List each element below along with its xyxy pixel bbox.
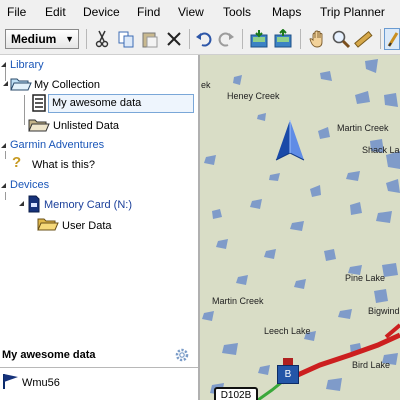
road-label-text: D102B — [220, 390, 252, 400]
copy-icon[interactable] — [116, 29, 136, 49]
waypoint-flag-icon — [3, 374, 18, 389]
zoom-tool-icon[interactable] — [331, 29, 351, 49]
menu-file[interactable]: File — [7, 5, 26, 19]
question-mark-icon: ? — [12, 154, 22, 171]
menu-find[interactable]: Find — [137, 5, 160, 19]
tree-garmin-adventures-header[interactable]: Garmin Adventures — [10, 139, 104, 151]
tree-my-awesome-data[interactable]: My awesome data — [52, 97, 141, 109]
road-label: D102B — [214, 387, 258, 400]
tree-memory-card[interactable]: Memory Card (N:) — [44, 199, 132, 211]
map-label: Leech Lake — [264, 326, 311, 336]
route-marker[interactable]: B — [277, 365, 299, 384]
map-view[interactable]: ek Heney Creek Martin Creek Shack La Mar… — [200, 55, 400, 400]
tree-unlisted-data[interactable]: Unlisted Data — [53, 120, 119, 132]
toolbar-separator — [300, 29, 301, 49]
expand-arrow-icon[interactable] — [2, 80, 10, 88]
send-to-device-icon[interactable] — [273, 29, 293, 49]
toolbar-separator — [242, 29, 243, 49]
expand-arrow-icon[interactable] — [18, 200, 26, 208]
tree-my-collection[interactable]: My Collection — [34, 79, 100, 91]
details-list-item[interactable]: Wmu56 — [22, 377, 60, 389]
measure-tool-icon[interactable] — [353, 29, 373, 49]
tree-library-header[interactable]: Library — [10, 59, 44, 71]
map-label: Bigwind — [368, 306, 400, 316]
cut-icon[interactable] — [92, 29, 112, 49]
toolbar-separator — [189, 29, 190, 49]
tree-what-is-this[interactable]: What is this? — [32, 159, 95, 171]
map-detail-dropdown[interactable]: Medium ▼ — [5, 29, 79, 49]
map-label: Martin Creek — [337, 123, 389, 133]
menu-bar: File Edit Device Find View Tools Maps Tr… — [0, 0, 400, 24]
details-panel-title: My awesome data — [2, 349, 96, 361]
menu-edit[interactable]: Edit — [45, 5, 66, 19]
toolbar-separator — [86, 29, 87, 49]
pencil-icon — [387, 32, 399, 47]
undo-icon[interactable] — [194, 29, 214, 49]
receive-from-device-icon[interactable] — [249, 29, 269, 49]
open-folder-icon — [10, 78, 32, 91]
map-label: Pine Lake — [345, 273, 386, 283]
tree-devices-header[interactable]: Devices — [10, 179, 49, 191]
details-divider — [0, 367, 198, 368]
map-detail-value: Medium — [11, 32, 57, 46]
tree-connector — [24, 95, 25, 125]
map-label: Heney Creek — [227, 91, 280, 101]
open-folder-icon — [28, 119, 50, 132]
menu-maps[interactable]: Maps — [272, 5, 301, 19]
menu-tools[interactable]: Tools — [223, 5, 251, 19]
marker-flag-icon — [283, 358, 293, 365]
map-label: Shack La — [362, 145, 400, 155]
tree-connector — [5, 192, 6, 200]
tree-connector — [5, 151, 6, 159]
toolbar: Medium ▼ — [0, 24, 400, 55]
hand-tool-icon[interactable] — [308, 29, 328, 49]
menu-view[interactable]: View — [178, 5, 204, 19]
expand-arrow-icon[interactable] — [0, 142, 8, 150]
expand-arrow-icon[interactable] — [0, 61, 8, 69]
gear-icon[interactable] — [174, 347, 190, 363]
tree-user-data[interactable]: User Data — [62, 220, 112, 232]
route-marker-label: B — [284, 369, 292, 380]
open-folder-icon — [37, 218, 59, 231]
redo-icon[interactable] — [216, 29, 236, 49]
map-label: ek — [201, 80, 211, 90]
expand-arrow-icon[interactable] — [0, 182, 8, 190]
map-label: Bird Lake — [352, 360, 391, 370]
map-label: Martin Creek — [212, 296, 264, 306]
paste-icon[interactable] — [140, 29, 160, 49]
details-panel: My awesome data Wmu56 — [0, 343, 198, 400]
delete-icon[interactable] — [164, 29, 184, 49]
menu-trip-planner[interactable]: Trip Planner — [320, 5, 385, 19]
chevron-down-icon: ▼ — [65, 34, 74, 44]
map-canvas — [202, 59, 400, 400]
menu-device[interactable]: Device — [83, 5, 120, 19]
toolbar-separator — [380, 29, 381, 49]
select-tool-icon[interactable] — [384, 28, 400, 50]
document-list-icon — [32, 94, 46, 112]
memory-card-icon — [28, 195, 40, 213]
